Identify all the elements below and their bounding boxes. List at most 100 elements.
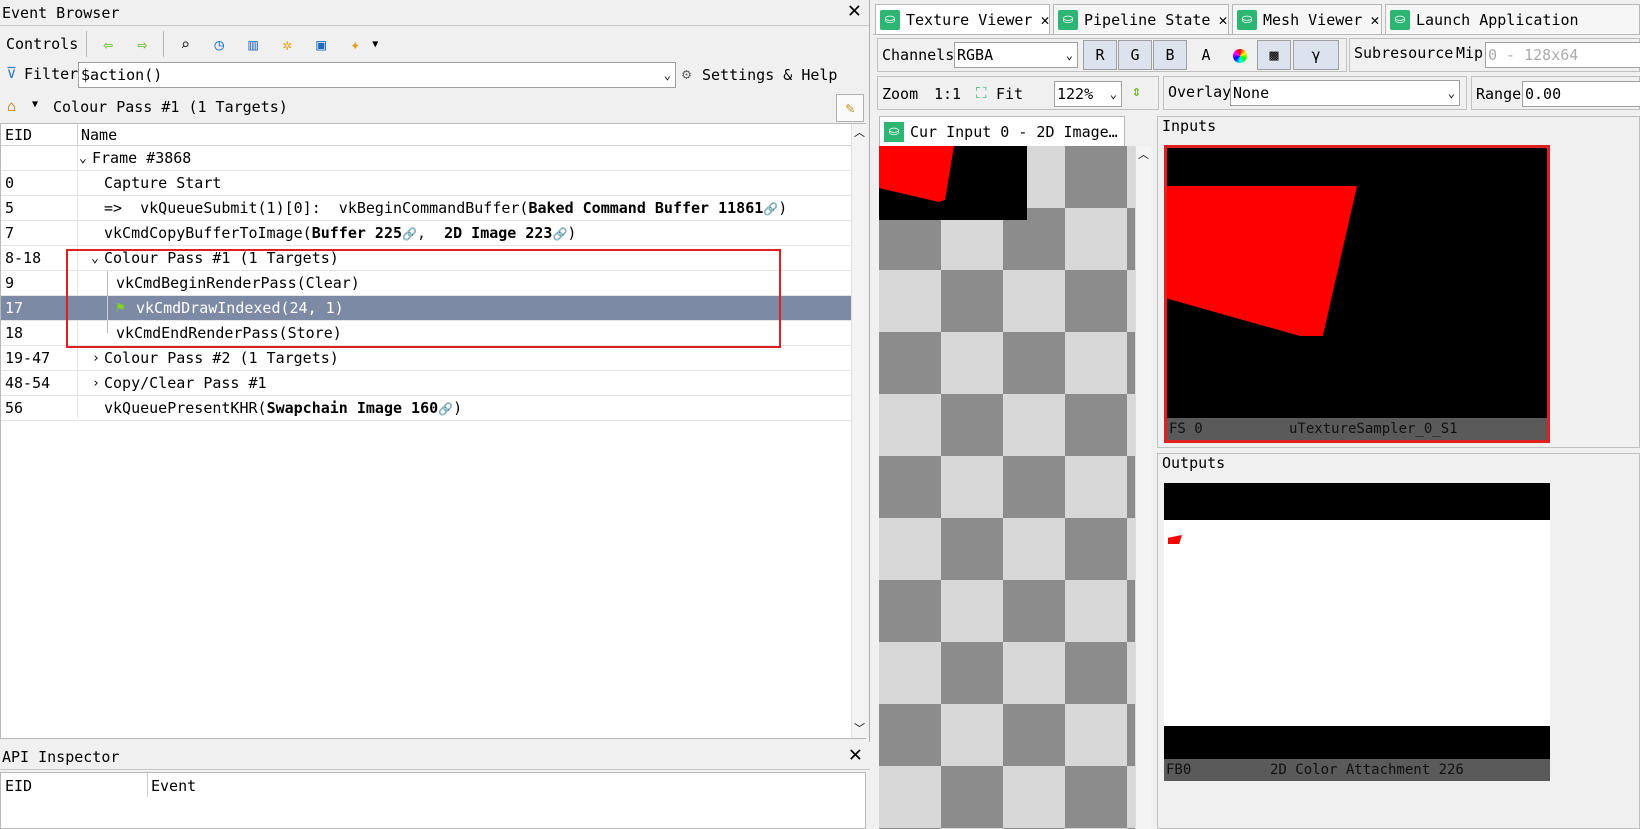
table-row[interactable]: 56 vkQueuePresentKHR(Swapchain Image 160… bbox=[1, 396, 853, 421]
scroll-up-icon[interactable]: ︿ bbox=[1138, 146, 1149, 162]
output-red-mark bbox=[1168, 535, 1182, 544]
filter-label: Filter bbox=[24, 65, 79, 83]
gear-icon[interactable]: ⚙ bbox=[682, 65, 691, 83]
channel-a-toggle[interactable]: A bbox=[1189, 40, 1223, 70]
output-white-area bbox=[1164, 520, 1550, 726]
scroll-down-icon[interactable]: ﹀ bbox=[854, 720, 865, 736]
row-name: Colour Pass #2 (1 Targets) bbox=[104, 349, 339, 367]
link-icon[interactable]: 🔗 bbox=[402, 227, 417, 241]
thumbnail-slot: FS 0 bbox=[1169, 421, 1203, 437]
chevron-right-icon[interactable]: › bbox=[92, 371, 100, 396]
tab-cur-input[interactable]: ⛀ Cur Input 0 - 2D Image… bbox=[879, 116, 1125, 146]
overlay-group: Overlay None ⌄ bbox=[1163, 76, 1467, 110]
filter-input-value: $action() bbox=[81, 66, 163, 84]
breadcrumb-current[interactable]: Colour Pass #1 (1 Targets) bbox=[53, 98, 288, 116]
thumbnail-slot: FB0 bbox=[1166, 762, 1192, 778]
fit-icon[interactable]: ⛶ bbox=[976, 84, 987, 102]
table-row[interactable]: ⌄ Frame #3868 bbox=[1, 146, 853, 171]
chevron-down-icon[interactable]: ⌄ bbox=[1110, 82, 1117, 106]
chevron-down-icon[interactable]: ⌄ bbox=[1448, 81, 1455, 105]
close-icon[interactable]: ✕ bbox=[1370, 11, 1379, 29]
stats-bars-icon[interactable]: ▥ bbox=[236, 31, 270, 57]
plugin-icon[interactable]: ✦ bbox=[338, 31, 372, 57]
scroll-up-icon[interactable]: ︿ bbox=[854, 124, 865, 140]
tab-mesh-viewer[interactable]: ⛀ Mesh Viewer ✕ bbox=[1232, 4, 1382, 34]
timeline-clock-icon[interactable]: ◷ bbox=[202, 31, 236, 57]
close-icon[interactable]: ✕ bbox=[848, 0, 861, 24]
channel-r-toggle[interactable]: R bbox=[1083, 40, 1117, 70]
row-eid: 18 bbox=[5, 324, 24, 342]
close-icon[interactable]: ✕ bbox=[1040, 11, 1049, 29]
link-icon[interactable]: 🔗 bbox=[763, 202, 778, 216]
column-header-eid[interactable]: EID bbox=[5, 777, 32, 795]
filter-input[interactable]: $action() ⌄ bbox=[78, 62, 676, 88]
row-name: Frame #3868 bbox=[92, 149, 192, 167]
row-name-mid: , bbox=[416, 224, 445, 242]
find-binoculars-icon[interactable]: ⌕ bbox=[168, 31, 202, 57]
chevron-down-icon[interactable]: ▼ bbox=[372, 39, 378, 50]
table-row[interactable]: 0 Capture Start bbox=[1, 171, 853, 196]
close-icon[interactable]: ✕ bbox=[1218, 11, 1227, 29]
column-header-event[interactable]: Event bbox=[151, 777, 196, 795]
back-arrow-icon[interactable]: ⇦ bbox=[91, 31, 125, 57]
table-row[interactable]: 7 vkCmdCopyBufferToImage(Buffer 225🔗, 2D… bbox=[1, 221, 853, 246]
table-row[interactable]: 48-54 › Copy/Clear Pass #1 bbox=[1, 371, 853, 396]
input-thumbnail[interactable]: FS 0 uTextureSampler_0_S1 bbox=[1164, 145, 1550, 443]
canvas-vertical-scrollbar[interactable]: ︿ bbox=[1135, 146, 1151, 829]
resource-link[interactable]: Baked Command Buffer 11861 bbox=[528, 199, 763, 217]
outputs-panel: Outputs FB0 2D Color Attachment 226 bbox=[1157, 453, 1640, 829]
channels-label: Channels bbox=[882, 46, 955, 64]
zoom-select[interactable]: 122% ⌄ bbox=[1054, 81, 1122, 107]
row-eid: 19-47 bbox=[5, 349, 51, 367]
chevron-down-icon[interactable]: ⌄ bbox=[664, 63, 671, 87]
save-disk-icon[interactable]: ▣ bbox=[304, 31, 338, 57]
bookmarks-star-icon[interactable]: ✲ bbox=[270, 31, 304, 57]
table-row[interactable]: 5 => vkQueueSubmit(1)[0]: vkBeginCommand… bbox=[1, 196, 853, 221]
tab-label: Mesh Viewer bbox=[1263, 11, 1363, 29]
overlay-select-value: None bbox=[1233, 84, 1270, 102]
fit-button[interactable]: Fit bbox=[996, 85, 1023, 103]
column-header-eid[interactable]: EID bbox=[5, 126, 32, 144]
settings-help-button[interactable]: Settings & Help bbox=[702, 66, 837, 84]
event-browser-title: Event Browser bbox=[2, 4, 120, 22]
table-row[interactable]: 19-47 › Colour Pass #2 (1 Targets) bbox=[1, 346, 853, 371]
color-wheel-icon[interactable] bbox=[1223, 40, 1257, 70]
resource-link[interactable]: 2D Image 223 bbox=[444, 224, 552, 242]
flip-updown-icon[interactable]: ⇕ bbox=[1132, 82, 1141, 100]
vertical-scrollbar[interactable]: ︿ ﹀ bbox=[851, 124, 866, 738]
output-thumbnail[interactable]: FB0 2D Color Attachment 226 bbox=[1164, 483, 1550, 781]
chevron-down-icon[interactable]: ▼ bbox=[32, 99, 38, 110]
channel-g-toggle[interactable]: G bbox=[1118, 40, 1152, 70]
row-name-prefix: vkQueuePresentKHR( bbox=[104, 399, 267, 417]
chevron-down-icon[interactable]: ⌄ bbox=[1066, 43, 1073, 67]
mip-select[interactable]: 0 - 128x64 bbox=[1485, 42, 1640, 68]
column-header-name[interactable]: Name bbox=[81, 126, 117, 144]
tab-pipeline-state[interactable]: ⛀ Pipeline State ✕ bbox=[1053, 4, 1229, 34]
chevron-right-icon[interactable]: › bbox=[92, 346, 100, 371]
zoom-1-1-button[interactable]: 1:1 bbox=[934, 85, 961, 103]
range-min-value: 0.00 bbox=[1525, 85, 1562, 103]
link-icon[interactable]: 🔗 bbox=[438, 402, 453, 416]
event-browser-title-bar: Event Browser ✕ bbox=[0, 0, 869, 26]
forward-arrow-icon[interactable]: ⇨ bbox=[125, 31, 159, 57]
divider bbox=[163, 31, 165, 57]
channel-b-toggle[interactable]: B bbox=[1153, 40, 1187, 70]
notes-edit-icon[interactable]: ✎ bbox=[836, 94, 864, 122]
resource-link[interactable]: Buffer 225 bbox=[312, 224, 402, 242]
resource-link[interactable]: Swapchain Image 160 bbox=[267, 399, 439, 417]
tab-texture-viewer[interactable]: ⛀ Texture Viewer ✕ bbox=[875, 4, 1050, 34]
link-icon[interactable]: 🔗 bbox=[552, 227, 567, 241]
chevron-down-icon[interactable]: ⌄ bbox=[79, 146, 87, 171]
texture-viewer-icon: ⛀ bbox=[880, 10, 900, 30]
channels-select[interactable]: RGBA ⌄ bbox=[954, 42, 1078, 68]
texture-canvas[interactable] bbox=[879, 146, 1135, 829]
thumbnail-name: uTextureSampler_0_S1 bbox=[1289, 421, 1458, 437]
overlay-select[interactable]: None ⌄ bbox=[1230, 80, 1460, 106]
range-min-input[interactable]: 0.00 bbox=[1522, 81, 1640, 107]
home-icon[interactable]: ⌂ bbox=[7, 97, 16, 115]
tab-launch-application[interactable]: ⛀ Launch Application bbox=[1385, 4, 1640, 34]
column-divider bbox=[77, 124, 78, 146]
checkerboard-toggle-icon[interactable]: ▩ bbox=[1257, 40, 1291, 70]
gamma-toggle[interactable]: γ bbox=[1293, 40, 1339, 70]
close-icon[interactable]: ✕ bbox=[849, 742, 862, 768]
